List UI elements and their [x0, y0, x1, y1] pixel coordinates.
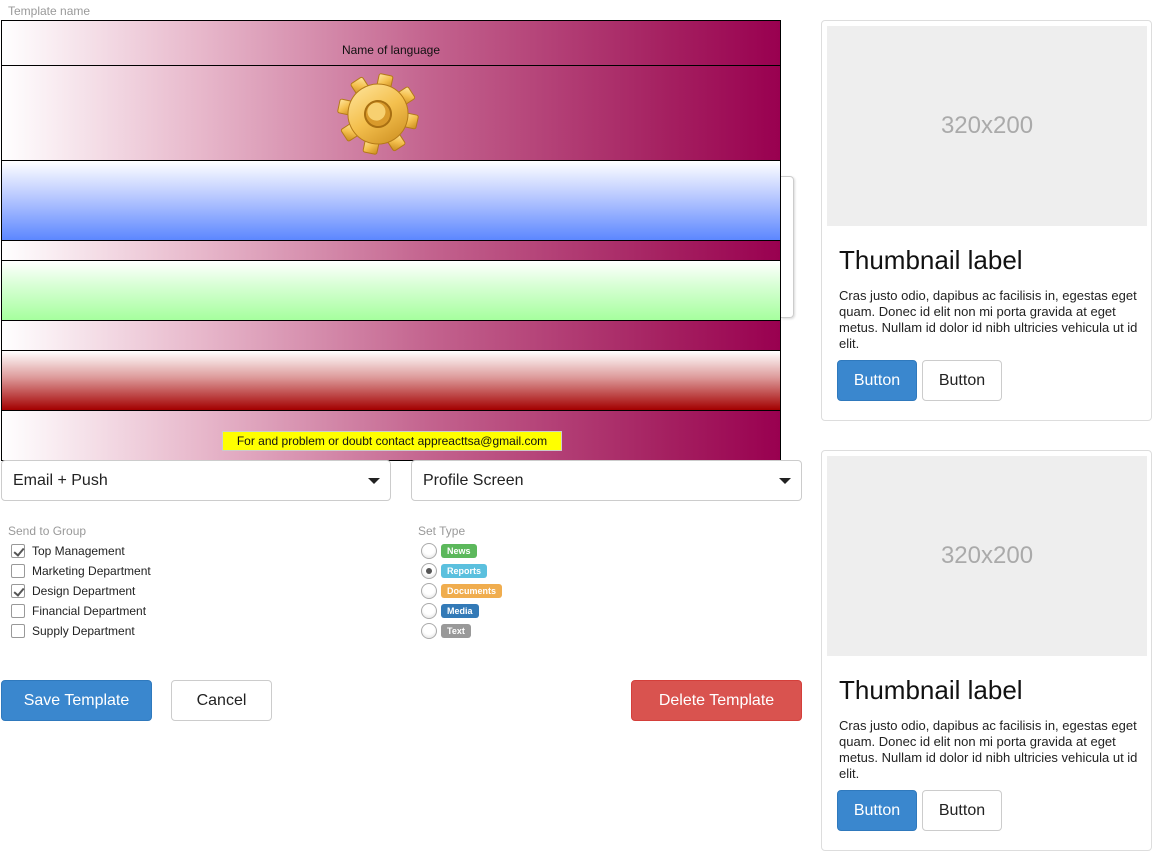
chevron-down-icon	[779, 478, 791, 484]
thumbnail-title: Thumbnail label	[839, 675, 1023, 705]
type-badge: News	[441, 544, 477, 558]
card-primary-button[interactable]: Button	[837, 790, 917, 831]
group-label: Financial Department	[32, 604, 147, 618]
radio-button[interactable]	[421, 603, 437, 619]
group-label: Supply Department	[32, 624, 135, 638]
gear-icon	[337, 73, 419, 155]
checkbox[interactable]	[11, 624, 25, 638]
group-label: Marketing Department	[32, 564, 151, 578]
group-checkbox-row[interactable]: Supply Department	[11, 623, 135, 639]
send-to-group-title: Send to Group	[8, 524, 87, 538]
group-label: Design Department	[32, 584, 136, 598]
radio-button[interactable]	[421, 563, 437, 579]
type-badge: Reports	[441, 564, 488, 578]
banner-red[interactable]	[1, 350, 781, 411]
banner-language[interactable]: Name of language	[1, 20, 781, 66]
checkbox[interactable]	[11, 544, 25, 558]
banner-pink-strip-1[interactable]	[1, 240, 781, 261]
screen-select[interactable]: Profile Screen	[411, 460, 802, 501]
type-badge: Media	[441, 604, 479, 618]
thumbnail-title: Thumbnail label	[839, 245, 1023, 275]
banner-footer[interactable]: For and problem or doubt contact appreac…	[1, 410, 781, 461]
thumbnail-text: Cras justo odio, dapibus ac facilisis in…	[839, 718, 1138, 781]
thumbnail-image: 320x200	[827, 456, 1147, 656]
type-radio-row[interactable]: Text	[421, 623, 471, 639]
group-checkbox-row[interactable]: Marketing Department	[11, 563, 151, 579]
chevron-down-icon	[368, 478, 380, 484]
type-radio-row[interactable]: Media	[421, 603, 479, 619]
page: Template name Name of language For and p…	[0, 0, 1152, 852]
radio-button[interactable]	[421, 543, 437, 559]
set-type-title: Set Type	[418, 524, 466, 538]
type-radio-row[interactable]: Documents	[421, 583, 503, 599]
checkbox[interactable]	[11, 604, 25, 618]
group-checkbox-row[interactable]: Design Department	[11, 583, 135, 599]
thumbnail-card: 320x200 Thumbnail label Cras justo odio,…	[821, 450, 1152, 851]
type-radio-row[interactable]: Reports	[421, 563, 488, 579]
type-radio-row[interactable]: News	[421, 543, 477, 559]
channel-select-value: Email + Push	[13, 472, 108, 489]
group-checkbox-row[interactable]: Top Management	[11, 543, 125, 559]
group-label: Top Management	[32, 544, 125, 558]
banner-blue[interactable]	[1, 160, 781, 241]
banner-pink-strip-2[interactable]	[1, 320, 781, 351]
checkbox[interactable]	[11, 584, 25, 598]
thumbnail-image: 320x200	[827, 26, 1147, 226]
card-secondary-button[interactable]: Button	[922, 360, 1002, 401]
save-template-button[interactable]: Save Template	[1, 680, 152, 721]
language-name-text: Name of language	[341, 43, 441, 57]
scroll-panel-edge	[781, 176, 794, 318]
cancel-button[interactable]: Cancel	[171, 680, 272, 721]
template-name-label: Template name	[8, 4, 91, 18]
contact-text: For and problem or doubt contact appreac…	[222, 431, 562, 451]
type-badge: Text	[441, 624, 471, 638]
group-checkbox-row[interactable]: Financial Department	[11, 603, 146, 619]
delete-template-button[interactable]: Delete Template	[631, 680, 802, 721]
channel-select[interactable]: Email + Push	[1, 460, 391, 501]
card-primary-button[interactable]: Button	[837, 360, 917, 401]
checkbox[interactable]	[11, 564, 25, 578]
card-secondary-button[interactable]: Button	[922, 790, 1002, 831]
banner-green[interactable]	[1, 260, 781, 321]
screen-select-value: Profile Screen	[423, 472, 524, 489]
thumbnail-text: Cras justo odio, dapibus ac facilisis in…	[839, 288, 1138, 351]
banner-gear[interactable]	[1, 65, 781, 161]
radio-button[interactable]	[421, 623, 437, 639]
type-badge: Documents	[441, 584, 503, 598]
radio-button[interactable]	[421, 583, 437, 599]
thumbnail-card: 320x200 Thumbnail label Cras justo odio,…	[821, 20, 1152, 421]
